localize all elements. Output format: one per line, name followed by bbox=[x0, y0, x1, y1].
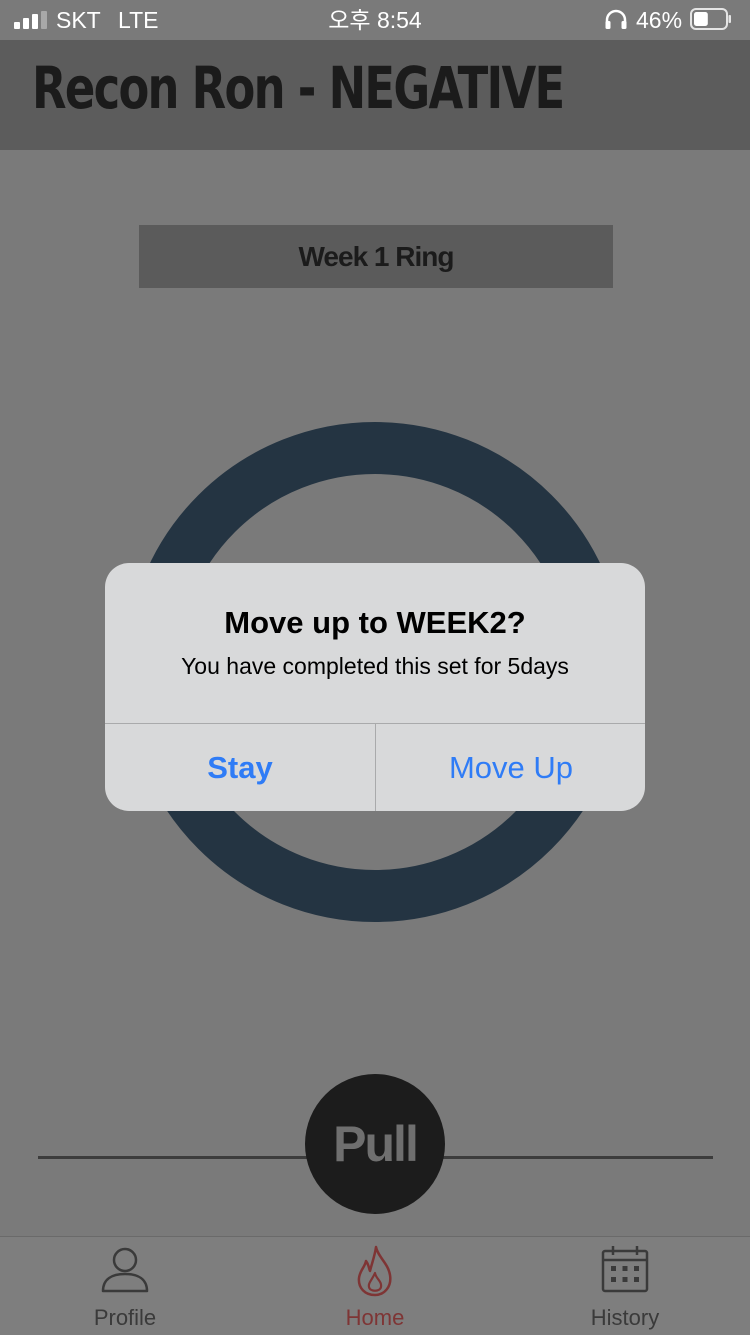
person-icon bbox=[101, 1247, 149, 1293]
dialog-message: You have completed this set for 5days bbox=[181, 653, 569, 679]
alert-dialog: Move up to WEEK2? You have completed thi… bbox=[105, 563, 645, 811]
tab-profile[interactable]: Profile bbox=[0, 1237, 250, 1335]
tab-label-home: Home bbox=[345, 1305, 405, 1330]
tab-history[interactable]: History bbox=[500, 1237, 750, 1335]
calendar-icon bbox=[601, 1246, 649, 1293]
stay-button[interactable]: Stay bbox=[105, 724, 375, 811]
flame-icon bbox=[357, 1245, 392, 1297]
tab-label-history: History bbox=[590, 1305, 660, 1330]
move-up-button[interactable]: Move Up bbox=[376, 724, 645, 811]
pull-button[interactable]: Pull bbox=[305, 1074, 445, 1214]
tab-bar: Profile Home History bbox=[0, 1236, 750, 1335]
tab-label-profile: Profile bbox=[93, 1305, 157, 1330]
dialog-title: Move up to WEEK2? bbox=[224, 605, 526, 640]
tab-home[interactable]: Home bbox=[250, 1237, 500, 1335]
